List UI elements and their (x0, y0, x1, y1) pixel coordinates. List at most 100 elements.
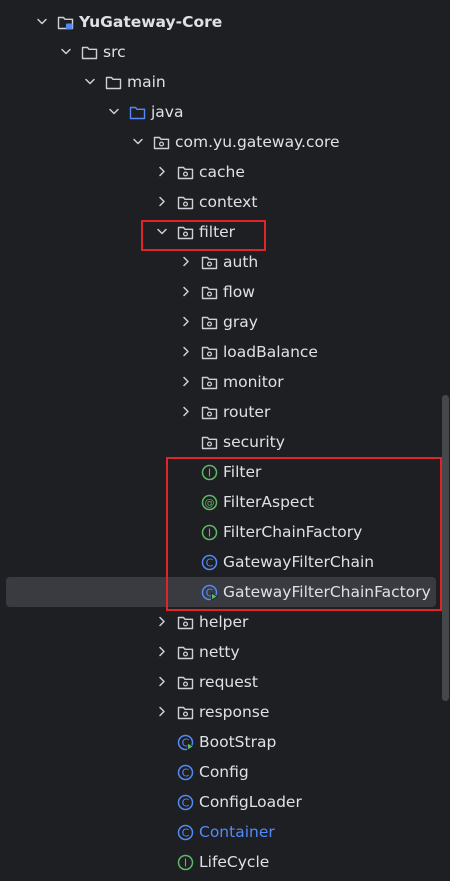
chevron-down-icon[interactable] (84, 75, 96, 89)
project-tree[interactable]: YuGateway-Core src main java com.yu.gateway.… (0, 0, 450, 881)
tree-item-label: java (151, 103, 184, 121)
tree-item-label: gray (223, 313, 258, 331)
tree-row-container[interactable]: C Container (0, 817, 450, 847)
svg-text:C: C (182, 797, 190, 810)
tree-row-gray[interactable]: gray (0, 307, 450, 337)
tree-row-flow[interactable]: flow (0, 277, 450, 307)
package-icon (177, 674, 194, 691)
package-icon (177, 614, 194, 631)
tree-row-filter[interactable]: I Filter (0, 457, 450, 487)
svg-text:C: C (182, 827, 190, 840)
package-icon (201, 404, 218, 421)
interface-icon: I (201, 464, 218, 481)
tree-row-cache[interactable]: cache (0, 157, 450, 187)
tree-item-label: ConfigLoader (199, 793, 302, 811)
tree-item-label: monitor (223, 373, 284, 391)
tree-row-request[interactable]: request (0, 667, 450, 697)
package-icon (177, 704, 194, 721)
chevron-right-icon[interactable] (180, 285, 192, 299)
package-icon (177, 644, 194, 661)
chevron-right-icon[interactable] (180, 315, 192, 329)
tree-row-src[interactable]: src (0, 37, 450, 67)
tree-item-label: main (127, 73, 166, 91)
tree-item-label: router (223, 403, 271, 421)
tree-row-com-yu-gateway-core[interactable]: com.yu.gateway.core (0, 127, 450, 157)
tree-row-response[interactable]: response (0, 697, 450, 727)
tree-row-auth[interactable]: auth (0, 247, 450, 277)
package-icon (201, 344, 218, 361)
tree-item-label: com.yu.gateway.core (175, 133, 340, 151)
svg-text:C: C (206, 557, 214, 570)
tree-row-netty[interactable]: netty (0, 637, 450, 667)
chevron-right-icon[interactable] (156, 165, 168, 179)
svg-text:I: I (208, 527, 211, 540)
tree-row-context[interactable]: context (0, 187, 450, 217)
tree-row-monitor[interactable]: monitor (0, 367, 450, 397)
chevron-right-icon[interactable] (156, 645, 168, 659)
tree-item-label: cache (199, 163, 245, 181)
package-icon (201, 284, 218, 301)
chevron-down-icon[interactable] (108, 105, 120, 119)
chevron-right-icon[interactable] (156, 705, 168, 719)
tree-row-security[interactable]: security (0, 427, 450, 457)
tree-row-config[interactable]: C Config (0, 757, 450, 787)
tree-item-label: netty (199, 643, 240, 661)
package-icon (201, 374, 218, 391)
class-runnable-icon: C (177, 734, 194, 751)
tree-item-label: GatewayFilterChainFactory (223, 583, 431, 601)
tree-item-label: auth (223, 253, 259, 271)
interface-icon: I (201, 524, 218, 541)
package-icon (177, 194, 194, 211)
tree-item-label: Container (199, 823, 275, 841)
chevron-down-icon[interactable] (156, 225, 168, 239)
folder-icon (105, 74, 122, 91)
tree-row-router[interactable]: router (0, 397, 450, 427)
tree-item-label: FilterAspect (223, 493, 315, 511)
tree-row-loadbalance[interactable]: loadBalance (0, 337, 450, 367)
module-folder-icon (57, 14, 74, 31)
tree-item-label: loadBalance (223, 343, 318, 361)
tree-item-label: request (199, 673, 258, 691)
chevron-right-icon[interactable] (180, 255, 192, 269)
chevron-right-icon[interactable] (180, 405, 192, 419)
tree-row-filter[interactable]: filter (0, 217, 450, 247)
tree-item-label: src (103, 43, 126, 61)
tree-item-label: Config (199, 763, 249, 781)
tree-item-label: LifeCycle (199, 853, 270, 871)
tree-row-java[interactable]: java (0, 97, 450, 127)
package-icon (177, 164, 194, 181)
chevron-right-icon[interactable] (156, 675, 168, 689)
tree-row-filteraspect[interactable]: @ FilterAspect (0, 487, 450, 517)
package-icon (201, 254, 218, 271)
tree-item-label: FilterChainFactory (223, 523, 363, 541)
tree-item-label: YuGateway-Core (79, 13, 223, 31)
tree-row-lifecycle[interactable]: I LifeCycle (0, 847, 450, 877)
chevron-down-icon[interactable] (60, 45, 72, 59)
chevron-right-icon[interactable] (180, 375, 192, 389)
tree-row-gatewayfilterchain[interactable]: C GatewayFilterChain (0, 547, 450, 577)
tree-row-filterchainfactory[interactable]: I FilterChainFactory (0, 517, 450, 547)
package-icon (201, 434, 218, 451)
class-icon: C (177, 764, 194, 781)
svg-text:I: I (208, 467, 211, 480)
svg-text:@: @ (205, 498, 215, 509)
package-icon (177, 224, 194, 241)
tree-item-label: flow (223, 283, 255, 301)
chevron-right-icon[interactable] (156, 195, 168, 209)
vertical-scrollbar[interactable] (442, 395, 449, 701)
tree-row-main[interactable]: main (0, 67, 450, 97)
source-root-folder-icon (129, 104, 146, 121)
tree-item-label: GatewayFilterChain (223, 553, 375, 571)
chevron-down-icon[interactable] (36, 15, 48, 29)
annotation-icon: @ (201, 494, 218, 511)
chevron-right-icon[interactable] (156, 615, 168, 629)
chevron-down-icon[interactable] (132, 135, 144, 149)
class-runnable-icon: C (201, 584, 218, 601)
tree-row-bootstrap[interactable]: C BootStrap (0, 727, 450, 757)
chevron-right-icon[interactable] (180, 345, 192, 359)
tree-row-configloader[interactable]: C ConfigLoader (0, 787, 450, 817)
tree-row-gatewayfilterchainfactory[interactable]: C GatewayFilterChainFactory (0, 577, 450, 607)
tree-row-helper[interactable]: helper (0, 607, 450, 637)
tree-row-yugateway-core[interactable]: YuGateway-Core (0, 7, 450, 37)
package-icon (153, 134, 170, 151)
